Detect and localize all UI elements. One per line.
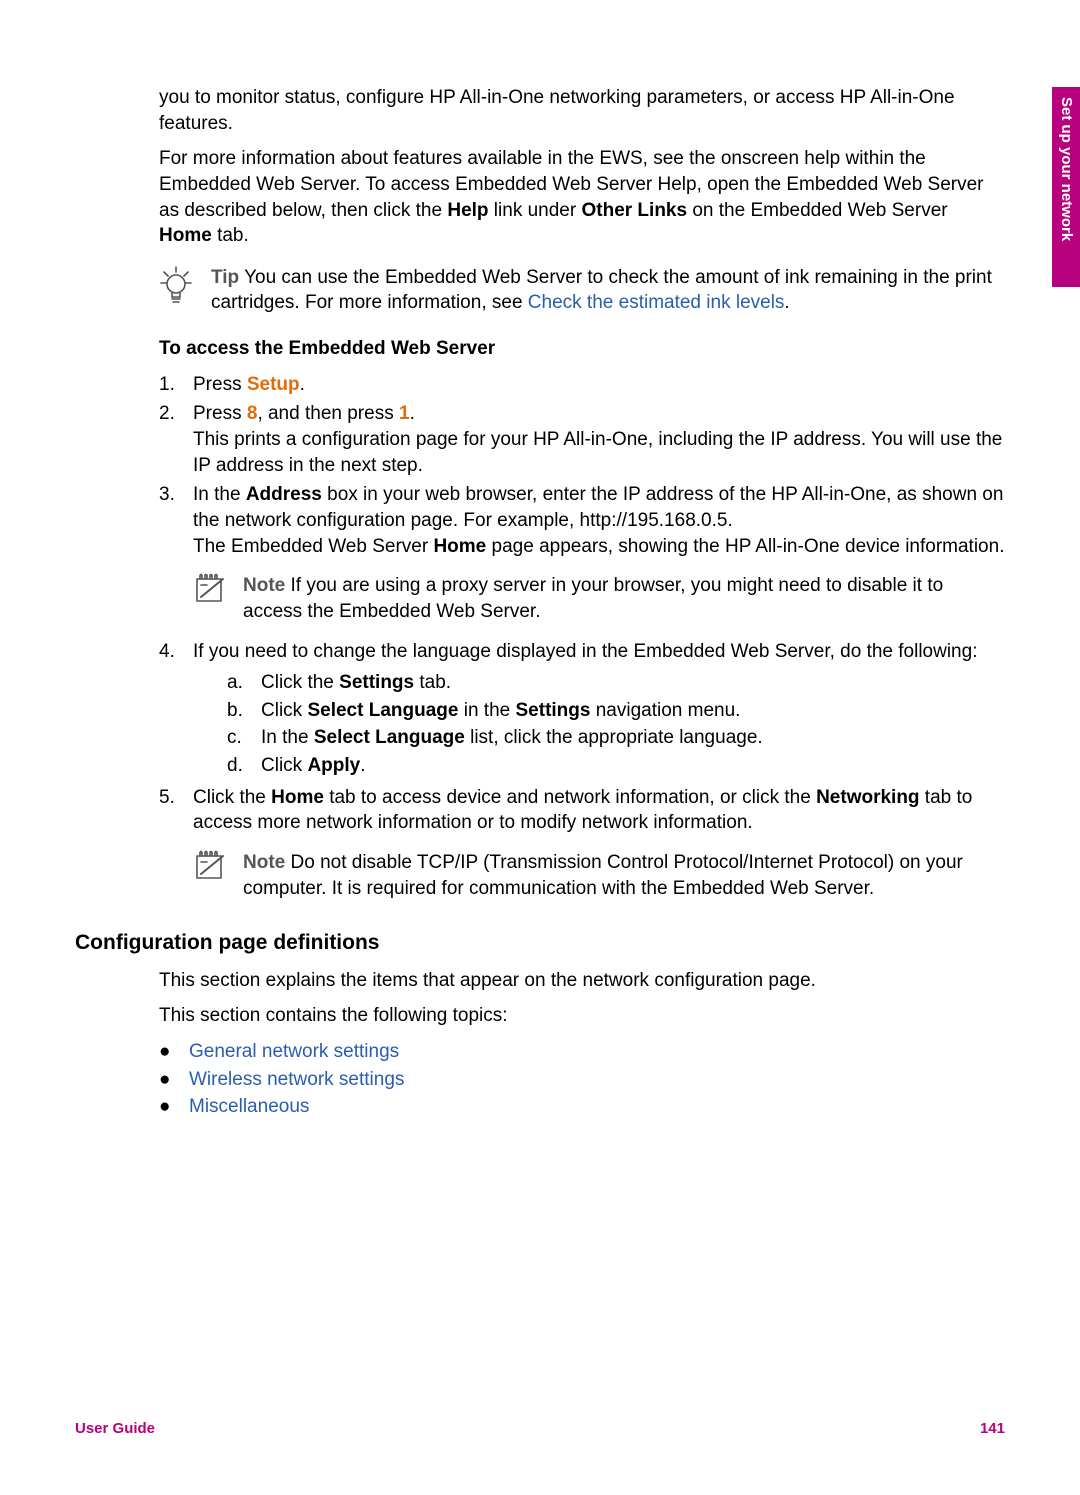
note-label: Note <box>243 575 285 596</box>
substep-d: d. Click Apply. <box>227 753 1005 779</box>
substep-letter: c. <box>227 725 261 751</box>
step-number: 2. <box>159 401 193 478</box>
text: . <box>300 374 305 395</box>
substep-letter: d. <box>227 753 261 779</box>
text: The Embedded Web Server <box>193 536 433 557</box>
bold-address: Address <box>246 484 322 505</box>
steps-list: 1. Press Setup. 2. Press 8, and then pre… <box>159 372 1005 559</box>
bold-settings: Settings <box>339 672 414 693</box>
step-2: 2. Press 8, and then press 1. This print… <box>159 401 1005 478</box>
footer-left: User Guide <box>75 1419 155 1439</box>
text: Do not disable TCP/IP (Transmission Cont… <box>243 852 963 899</box>
text: . <box>410 403 415 424</box>
text: Click the <box>193 787 271 808</box>
substep-letter: b. <box>227 698 261 724</box>
button-8: 8 <box>247 403 258 424</box>
text: in the <box>458 700 515 721</box>
text: link under <box>489 200 582 221</box>
text: navigation menu. <box>590 700 740 721</box>
tip-label: Tip <box>211 267 239 288</box>
bold-apply: Apply <box>307 755 360 776</box>
link-check-ink-levels[interactable]: Check the estimated ink levels <box>528 292 785 313</box>
substep-a: a. Click the Settings tab. <box>227 670 1005 696</box>
bold-home: Home <box>271 787 324 808</box>
heading-config-page: Configuration page definitions <box>75 929 1005 957</box>
text: In the <box>193 484 246 505</box>
note-icon <box>193 850 227 890</box>
note-callout-proxy: Note If you are using a proxy server in … <box>193 573 1005 624</box>
heading-access-ews: To access the Embedded Web Server <box>159 336 1005 362</box>
text: If you are using a proxy server in your … <box>243 575 943 622</box>
text: . <box>784 292 789 313</box>
link-miscellaneous[interactable]: Miscellaneous <box>189 1094 309 1120</box>
step-number: 3. <box>159 482 193 559</box>
button-1: 1 <box>399 403 410 424</box>
bullet-icon: ● <box>159 1067 189 1093</box>
text: on the Embedded Web Server <box>687 200 948 221</box>
step-number: 1. <box>159 372 193 398</box>
text: Click <box>261 755 307 776</box>
note-icon <box>193 573 227 613</box>
footer-page-number: 141 <box>980 1419 1005 1439</box>
page-footer: User Guide 141 <box>75 1419 1005 1439</box>
substeps-list: a. Click the Settings tab. b. Click Sele… <box>227 670 1005 779</box>
step-number: 5. <box>159 785 193 836</box>
text: tab. <box>212 225 249 246</box>
text: . <box>360 755 365 776</box>
list-item: ●Wireless network settings <box>159 1067 1005 1093</box>
side-tab: Set up your network <box>1052 87 1080 287</box>
note-label: Note <box>243 852 285 873</box>
bold-select-language: Select Language <box>307 700 458 721</box>
step-3: 3. In the Address box in your web browse… <box>159 482 1005 559</box>
substep-b: b. Click Select Language in the Settings… <box>227 698 1005 724</box>
text: tab. <box>414 672 451 693</box>
bold-networking: Networking <box>816 787 919 808</box>
tip-callout: Tip You can use the Embedded Web Server … <box>159 265 1005 316</box>
intro-paragraph-1: you to monitor status, configure HP All-… <box>159 85 1005 136</box>
button-setup: Setup <box>247 374 300 395</box>
step-4: 4. If you need to change the language di… <box>159 639 1005 781</box>
step-number: 4. <box>159 639 193 781</box>
link-general-network[interactable]: General network settings <box>189 1039 399 1065</box>
note-text: Note Do not disable TCP/IP (Transmission… <box>243 850 1005 901</box>
config-paragraph-1: This section explains the items that app… <box>159 968 1005 994</box>
page-content: you to monitor status, configure HP All-… <box>75 85 1005 1122</box>
text: Press <box>193 403 247 424</box>
intro-paragraph-2: For more information about features avai… <box>159 146 1005 249</box>
bold-select-language: Select Language <box>314 727 465 748</box>
text: , and then press <box>257 403 399 424</box>
bullet-icon: ● <box>159 1039 189 1065</box>
bold-home: Home <box>159 225 212 246</box>
step-1: 1. Press Setup. <box>159 372 1005 398</box>
lightbulb-icon <box>159 265 193 315</box>
note-text: Note If you are using a proxy server in … <box>243 573 1005 624</box>
text: In the <box>261 727 314 748</box>
bold-help: Help <box>447 200 488 221</box>
text: list, click the appropriate language. <box>465 727 763 748</box>
substep-letter: a. <box>227 670 261 696</box>
tip-text: Tip You can use the Embedded Web Server … <box>211 265 1005 316</box>
note-callout-tcpip: Note Do not disable TCP/IP (Transmission… <box>193 850 1005 901</box>
substep-c: c. In the Select Language list, click th… <box>227 725 1005 751</box>
text: This prints a configuration page for you… <box>193 429 1002 476</box>
list-item: ●General network settings <box>159 1039 1005 1065</box>
steps-list-cont: 4. If you need to change the language di… <box>159 639 1005 836</box>
text: Click <box>261 700 307 721</box>
text: tab to access device and network informa… <box>324 787 816 808</box>
text: If you need to change the language displ… <box>193 641 977 662</box>
text: page appears, showing the HP All-in-One … <box>486 536 1004 557</box>
bold-home: Home <box>433 536 486 557</box>
link-wireless-network[interactable]: Wireless network settings <box>189 1067 404 1093</box>
config-paragraph-2: This section contains the following topi… <box>159 1003 1005 1029</box>
bold-settings: Settings <box>516 700 591 721</box>
text: Click the <box>261 672 339 693</box>
bold-other-links: Other Links <box>581 200 687 221</box>
step-5: 5. Click the Home tab to access device a… <box>159 785 1005 836</box>
topic-links: ●General network settings ●Wireless netw… <box>159 1039 1005 1120</box>
bullet-icon: ● <box>159 1094 189 1120</box>
list-item: ●Miscellaneous <box>159 1094 1005 1120</box>
text: Press <box>193 374 247 395</box>
